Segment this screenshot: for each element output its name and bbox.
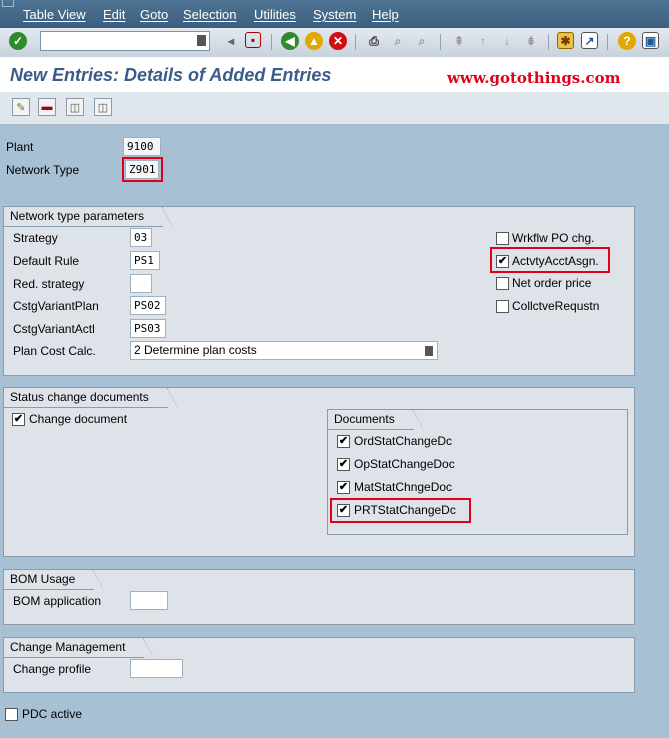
change-management-group: Change Management	[3, 637, 635, 693]
default-rule-label: Default Rule	[13, 254, 80, 268]
change-document-label: Change document	[29, 412, 128, 426]
last-page-icon[interactable]: ⇟	[522, 32, 540, 50]
group-title: Network type parameters	[4, 207, 173, 227]
group-title: BOM Usage	[4, 570, 104, 590]
activity-account-assignment-checkbox[interactable]: ✔	[496, 255, 509, 268]
page-title: New Entries: Details of Added Entries	[10, 65, 332, 85]
brand-watermark: www.gotothings.com	[447, 69, 621, 87]
plan-cost-calc-value: 2 Determine plan costs	[134, 343, 257, 357]
application-toolbar: ✎ ▬ ◫ ◫	[0, 92, 669, 125]
system-menu-icon[interactable]	[2, 0, 14, 7]
operation-status-change-doc-checkbox[interactable]: ✔	[337, 458, 350, 471]
collective-requisition-checkbox[interactable]	[496, 300, 509, 313]
menu-utilities[interactable]: Utilities	[254, 7, 296, 22]
toolbar-separator	[355, 34, 356, 50]
network-type-label: Network Type	[6, 163, 80, 177]
net-order-price-checkbox[interactable]	[496, 277, 509, 290]
workflow-po-change-checkbox[interactable]	[496, 232, 509, 245]
net-order-price-label: Net order price	[512, 276, 592, 290]
toolbar-separator	[440, 34, 441, 50]
next-page-icon[interactable]: ↓	[498, 32, 516, 50]
change-profile-field[interactable]	[130, 659, 183, 678]
previous-entry-icon[interactable]: ◫	[66, 98, 84, 116]
delete-icon[interactable]: ▬	[38, 98, 56, 116]
enter-check-icon[interactable]: ✓	[9, 32, 27, 50]
command-field[interactable]	[40, 31, 210, 51]
dropdown-icon[interactable]	[425, 346, 433, 356]
group-title: Change Management	[4, 638, 154, 658]
next-entry-icon[interactable]: ◫	[94, 98, 112, 116]
plan-cost-calc-select[interactable]: 2 Determine plan costs	[130, 341, 438, 360]
default-rule-field[interactable]: PS1	[130, 251, 160, 270]
operation-status-change-doc-label: OpStatChangeDoc	[354, 457, 455, 471]
menu-system[interactable]: System	[313, 7, 356, 22]
group-title: Status change documents	[4, 388, 177, 408]
customize-layout-icon[interactable]: ▣	[642, 32, 659, 49]
title-bar: New Entries: Details of Added Entries ww…	[0, 57, 669, 92]
costing-variant-plan-label: CstgVariantPlan	[13, 299, 99, 313]
plan-cost-calc-label: Plan Cost Calc.	[13, 344, 96, 358]
material-status-change-doc-label: MatStatChngeDoc	[354, 480, 453, 494]
exit-icon[interactable]: ▲	[305, 32, 323, 50]
create-session-icon[interactable]: ✱	[557, 32, 574, 49]
menu-bar: Table View Edit Goto Selection Utilities…	[0, 0, 669, 28]
strategy-label: Strategy	[13, 231, 58, 245]
command-dropdown-icon[interactable]	[197, 35, 206, 46]
first-page-icon[interactable]: ⇞	[450, 32, 468, 50]
menu-goto[interactable]: Goto	[140, 7, 168, 22]
collective-requisition-label: CollctveRequstn	[512, 299, 600, 313]
activity-account-assignment-label: ActvtyAcctAsgn.	[512, 254, 599, 268]
order-status-change-doc-checkbox[interactable]: ✔	[337, 435, 350, 448]
back-icon[interactable]: ◀	[281, 32, 299, 50]
prt-status-change-doc-checkbox[interactable]: ✔	[337, 504, 350, 517]
print-icon[interactable]: ⎙	[365, 32, 383, 50]
pdc-active-label: PDC active	[22, 707, 83, 721]
display-change-icon[interactable]: ✎	[12, 98, 30, 116]
shortcut-icon[interactable]: ↗	[581, 32, 598, 49]
toolbar-separator	[548, 34, 549, 50]
bom-application-field[interactable]	[130, 591, 168, 610]
change-document-checkbox[interactable]: ✔	[12, 413, 25, 426]
back-arrow-icon[interactable]: ◂	[222, 32, 240, 50]
previous-page-icon[interactable]: ↑	[474, 32, 492, 50]
order-status-change-doc-label: OrdStatChangeDc	[354, 434, 453, 448]
menu-table-view[interactable]: Table View	[23, 7, 86, 22]
group-title: Documents	[328, 410, 423, 430]
workflow-po-change-label: Wrkflw PO chg.	[512, 231, 595, 245]
red-strategy-label: Red. strategy	[13, 277, 85, 291]
find-icon[interactable]: ⌕	[389, 32, 407, 50]
bom-application-label: BOM application	[13, 594, 102, 608]
costing-variant-actual-field[interactable]: PS03	[130, 319, 166, 338]
strategy-field[interactable]: 03	[130, 228, 152, 247]
find-next-icon[interactable]: ⌕	[413, 32, 431, 50]
cancel-icon[interactable]: ✕	[329, 32, 347, 50]
material-status-change-doc-checkbox[interactable]: ✔	[337, 481, 350, 494]
costing-variant-plan-field[interactable]: PS02	[130, 296, 166, 315]
save-icon[interactable]: ▪	[245, 32, 261, 48]
toolbar-separator	[271, 34, 272, 50]
menu-edit[interactable]: Edit	[103, 7, 125, 22]
prt-status-change-doc-label: PRTStatChangeDc	[354, 503, 456, 517]
menu-help[interactable]: Help	[372, 7, 399, 22]
plant-field[interactable]: 9100	[123, 137, 161, 156]
menu-selection[interactable]: Selection	[183, 7, 236, 22]
change-profile-label: Change profile	[13, 662, 92, 676]
pdc-active-checkbox[interactable]	[5, 708, 18, 721]
costing-variant-actual-label: CstgVariantActl	[13, 322, 95, 336]
help-icon[interactable]: ?	[618, 32, 636, 50]
toolbar-separator	[607, 34, 608, 50]
red-strategy-field[interactable]	[130, 274, 152, 293]
plant-label: Plant	[6, 140, 34, 154]
network-type-field[interactable]: Z901	[125, 160, 159, 179]
standard-toolbar: ✓ ◂ ▪ ◀ ▲ ✕ ⎙ ⌕ ⌕ ⇞ ↑ ↓ ⇟ ✱ ↗ ? ▣	[0, 28, 669, 58]
